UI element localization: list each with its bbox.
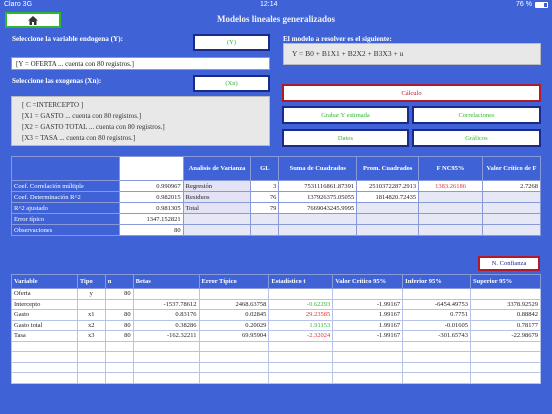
list-item[interactable]: [ C =INTERCEPTO ] — [22, 100, 259, 111]
table-row: R^2 ajustado 0.981305 Total 79 766904324… — [11, 202, 542, 214]
model-equation: Y = B0 + B1X1 + B2X2 + B3X3 + u — [283, 43, 541, 65]
confidence-button[interactable]: N. Confianza — [478, 256, 540, 271]
endog-value-field[interactable]: [Y = OFERTA ... cuenta con 80 registros.… — [11, 57, 270, 70]
save-y-button[interactable]: Grabar Y estimada — [282, 106, 409, 124]
col-variable: Variable — [11, 274, 78, 289]
carrier-text: Claro 3G — [4, 1, 33, 8]
graphs-button[interactable]: Gráficos — [412, 129, 541, 147]
col-f: F NC95% — [418, 156, 483, 181]
correlations-button[interactable]: Correlaciones — [412, 106, 541, 124]
clock-text: 12:14 — [260, 1, 278, 8]
col-t: Estadístico t — [268, 274, 334, 289]
col-tipo: Tipo — [76, 274, 106, 289]
exog-label: Seleccione las exogenas (Xn): — [12, 77, 102, 85]
select-xn-button[interactable]: (Xn) — [193, 75, 270, 92]
col-n: n — [104, 274, 134, 289]
table-row: Gasto x1 80 0.83176 0.02845 29.23585 1.99167 0.… — [11, 309, 541, 321]
table-row — [11, 372, 541, 384]
exog-list[interactable]: [ C =INTERCEPTO ] [X1 = GASTO ... cuenta… — [11, 96, 270, 146]
page-title: Modelos lineales generalizados — [217, 14, 335, 24]
table-row: Coef. Determinación R^2 0.982015 Residuo… — [11, 191, 542, 203]
col-inf: Inferior 95% — [402, 274, 472, 289]
status-bar: Claro 3G 12:14 76 % — [0, 0, 552, 11]
table-row: Error típico 1347.152821 — [11, 213, 542, 225]
col-fc: Valor Crítico de F — [481, 156, 542, 181]
col-gl: GL — [250, 156, 280, 181]
battery-icon — [535, 2, 548, 8]
col-sup: Superior 95% — [470, 274, 541, 289]
col-ms: Prom. Cuadrados — [356, 156, 420, 181]
list-item[interactable]: [X3 = TASA ... cuenta con 80 registros.] — [22, 133, 259, 144]
list-item[interactable]: [X2 = GASTO TOTAL ... cuenta con 80 regi… — [22, 122, 259, 133]
summary-table: Analisis de Varianza GL Suma de Cuadrado… — [11, 156, 542, 236]
select-y-button[interactable]: (Y) — [193, 34, 270, 51]
table-row: Intercepto -1537.78612 2468.63758 -0.62293-… — [11, 298, 541, 310]
col-error: Error Típico — [198, 274, 270, 289]
data-button[interactable]: Datos — [282, 129, 409, 147]
table-row: Coef. Correlación múltiple 0.990967 Regr… — [11, 180, 542, 192]
table-row: Observaciones 80 — [11, 224, 542, 236]
table-row: Tasa x3 80 -162.32211 69.95904 -2.32024 -1.991… — [11, 330, 541, 342]
col-vc: Valor Crítico 95% — [332, 274, 404, 289]
col-betas: Betas — [132, 274, 200, 289]
endog-label: Seleccione la variable endogena (Y): — [12, 35, 123, 43]
table-row — [11, 340, 541, 352]
calculate-button[interactable]: Cálculo — [282, 84, 541, 102]
table-row: Gasto total x2 80 0.38286 0.20029 1.91153 1.99… — [11, 319, 541, 331]
model-label: El modelo a resolver es el siguiente: — [283, 35, 392, 43]
table-row — [11, 351, 541, 363]
col-ss: Suma de Cuadrados — [278, 156, 358, 181]
table-row — [11, 361, 541, 373]
coefficients-table: Variable Tipo n Betas Error Típico Estad… — [11, 274, 541, 384]
table-row: Oferta y 80 — [11, 288, 541, 300]
list-item[interactable]: [X1 = GASTO ... cuenta con 80 registros.… — [22, 111, 259, 122]
col-anova: Analisis de Varianza — [182, 156, 252, 181]
battery-text: 76 % — [516, 1, 532, 8]
